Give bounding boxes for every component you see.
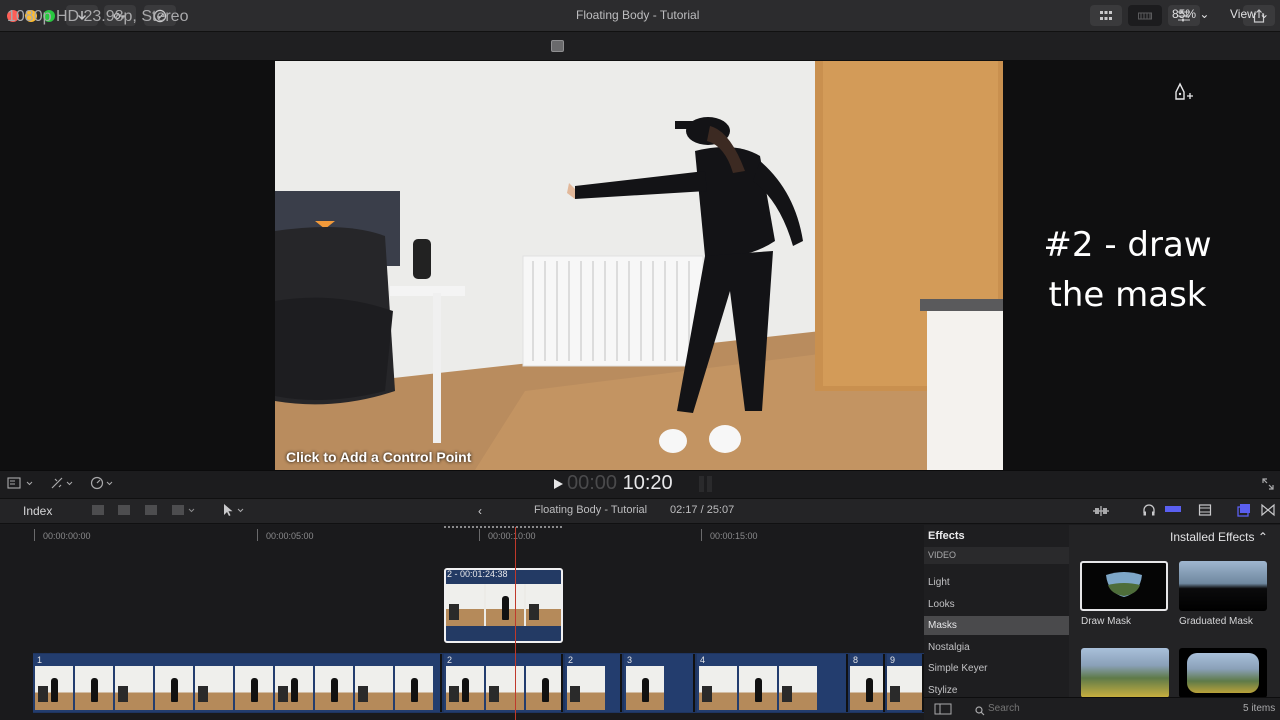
overlay-line-1: #2 - draw (1043, 225, 1212, 265)
storyline-clip[interactable] (444, 654, 563, 712)
browser-toggle-button[interactable] (1090, 5, 1122, 26)
effects-items-count: 5 items (1243, 703, 1276, 714)
category-item[interactable]: Stylize (928, 685, 957, 696)
play-button[interactable] (552, 477, 564, 495)
timeline-back-button[interactable]: ‹ (478, 504, 482, 518)
ruler-label: 00:00:00:00 (43, 531, 91, 541)
overlay-line-2: the mask (1048, 275, 1207, 315)
final-cut-window: 1080p HD 23.98p, Stereo Floating Body - … (0, 0, 1280, 720)
effect-label: Graduated Mask (1179, 616, 1253, 627)
playhead[interactable] (515, 527, 516, 720)
clip-number: 8 (853, 655, 859, 665)
effect-label: Draw Mask (1081, 616, 1132, 627)
clip-number: 1 (37, 655, 43, 665)
fullscreen-icon (1262, 478, 1274, 490)
category-item[interactable]: Looks (928, 599, 955, 610)
sidebar-toggle-button[interactable] (934, 702, 952, 720)
ruler-tick (479, 529, 480, 541)
viewer-header (0, 32, 1280, 60)
effects-header: Effects (928, 530, 965, 542)
fullscreen-button[interactable] (1262, 477, 1274, 495)
solo-toggle[interactable] (1165, 506, 1181, 512)
transform-tools-menu[interactable] (50, 476, 78, 493)
arrow-tool-icon[interactable] (222, 503, 248, 522)
viewer-options-menu[interactable] (7, 476, 35, 493)
edit-buttons-group (90, 503, 200, 517)
category-item[interactable]: Light (928, 577, 950, 588)
storyline-clip[interactable] (33, 654, 442, 712)
ruler-label: 00:00:05:00 (266, 531, 314, 541)
clip-number: 3 (627, 655, 633, 665)
installed-effects-menu[interactable]: Installed Effects ⌃ (1170, 530, 1268, 544)
zoom-menu[interactable]: 85% ⌄ (1172, 7, 1209, 21)
viewer-title: Floating Body - Tutorial (576, 8, 700, 22)
effect-thumbnail[interactable] (1179, 648, 1267, 698)
connected-clip-label: 2 - 00:01:24:38 (447, 569, 508, 579)
control-point-hint: Click to Add a Control Point (286, 449, 472, 465)
timeline-project-duration: 02:17 / 25:07 (670, 504, 735, 516)
clip-number: 2 (568, 655, 574, 665)
storyline-clip[interactable] (624, 654, 695, 712)
ruler-tick (34, 529, 35, 541)
search-icon (975, 703, 985, 720)
clip-number: 4 (700, 655, 706, 665)
grid-icon (1100, 10, 1112, 20)
timeline-index-button[interactable]: Index (23, 504, 52, 518)
timeline-toggle-button[interactable] (1128, 5, 1162, 26)
timecode-display[interactable]: 00:00 10:20 (567, 472, 673, 495)
timecode-value: 10:20 (622, 472, 673, 494)
range-indicator (444, 526, 562, 528)
category-group-video: VIDEO (928, 550, 957, 560)
storyline-clip[interactable] (565, 654, 622, 712)
pen-add-icon[interactable] (1172, 82, 1196, 109)
view-menu[interactable]: View ⌄ (1230, 7, 1269, 21)
clip-number: 9 (890, 655, 896, 665)
video-scene (275, 61, 1003, 470)
ruler-tick (701, 529, 702, 541)
category-item[interactable]: Nostalgia (928, 642, 970, 653)
effects-search-input[interactable] (988, 701, 1248, 716)
ruler-label: 00:00:15:00 (710, 531, 758, 541)
effect-thumbnail[interactable] (1081, 648, 1169, 698)
category-item[interactable]: Simple Keyer (928, 663, 987, 674)
video-frame[interactable] (275, 61, 1003, 470)
graduated-mask-thumbnail[interactable] (1179, 561, 1267, 611)
clip-appearance-button[interactable] (1198, 503, 1212, 522)
filmstrip-icon (1138, 12, 1152, 19)
storyline-clip[interactable] (697, 654, 848, 712)
timeline-project-name: Floating Body - Tutorial (534, 504, 648, 516)
transitions-browser-toggle[interactable] (1261, 503, 1275, 522)
audio-meter-mini (697, 476, 717, 492)
browser-effects-toggle[interactable] (1237, 503, 1251, 522)
retime-menu[interactable] (90, 476, 118, 493)
draw-mask-thumbnail[interactable] (1080, 561, 1168, 611)
headphones-icon[interactable] (1142, 503, 1156, 522)
play-icon (554, 479, 563, 489)
tutorial-overlay-text: #2 - draw the mask (1000, 220, 1255, 320)
format-info: 1080p HD 23.98p, Stereo (7, 8, 189, 25)
ruler-tick (257, 529, 258, 541)
skimming-toggle[interactable] (1092, 504, 1110, 522)
ruler-label: 00:00:10:00 (488, 531, 536, 541)
clip-number: 2 (447, 655, 453, 665)
timecode-leading: 00:00 (567, 472, 618, 494)
category-item-selected[interactable]: Masks (928, 620, 957, 631)
connected-clip[interactable] (444, 568, 563, 643)
library-icon (551, 40, 564, 52)
